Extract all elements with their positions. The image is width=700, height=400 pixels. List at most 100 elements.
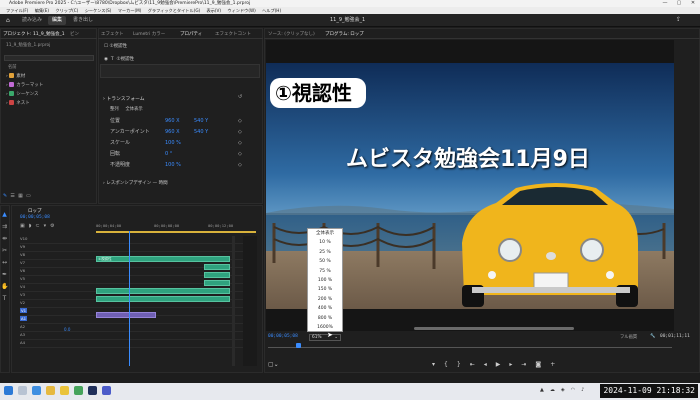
zoom-option-fit[interactable]: 全体表示 <box>308 229 342 238</box>
align-value[interactable]: 全体表示 <box>125 107 142 112</box>
master-volume[interactable]: 0.0 <box>64 327 70 332</box>
app-icon[interactable] <box>102 386 111 395</box>
audio-clip[interactable] <box>96 312 156 318</box>
layer-row[interactable]: ◉ T ①視認性 <box>104 56 134 62</box>
search-icon[interactable] <box>18 386 27 395</box>
transform-section[interactable]: › トランスフォーム <box>103 95 145 102</box>
tray-icon[interactable]: ☁ <box>550 387 555 393</box>
reset-icon[interactable]: ↺ <box>238 94 242 100</box>
list-item[interactable]: › カラーマット <box>6 81 94 90</box>
clock[interactable]: 2024-11-09 21:18:32 <box>600 384 698 398</box>
timeline-clip[interactable] <box>204 272 230 278</box>
camera-icon[interactable]: ◙ <box>535 360 541 370</box>
program-timecode[interactable]: 00;00;05;08 <box>268 334 298 339</box>
list-item[interactable]: › ネスト <box>6 99 94 108</box>
work-area-bar[interactable] <box>96 231 256 233</box>
menu-help[interactable]: ヘルプ(H) <box>262 8 281 13</box>
zoom-option-75[interactable]: 75 % <box>308 267 342 276</box>
track-select-icon[interactable]: ⇉ <box>1 224 8 230</box>
tab-import[interactable]: 読み込み <box>18 16 46 25</box>
tab-program[interactable]: プログラム: ロップ <box>325 31 364 37</box>
menu-sequence[interactable]: シーケンス(S) <box>85 8 112 13</box>
play-icon[interactable]: ▶ <box>496 360 501 370</box>
zoom-select[interactable]: 61% ⌄ <box>309 334 341 341</box>
wrench-settings-icon[interactable]: ⚙ <box>50 223 54 229</box>
linked-icon[interactable]: ⊂ <box>35 223 39 229</box>
minimize-icon[interactable]: — <box>658 0 672 7</box>
explorer-icon[interactable] <box>46 386 55 395</box>
in-point-icon[interactable]: { <box>444 360 448 370</box>
timeline-clip[interactable] <box>96 296 230 302</box>
timeline-timecode[interactable]: 00;00;05;08 <box>20 215 50 220</box>
program-scrubber[interactable] <box>268 347 672 348</box>
tab-project[interactable]: プロジェクト: 11_9_勉強会_1 <box>3 31 65 37</box>
zoom-option-10[interactable]: 10 % <box>308 238 342 247</box>
list-view-icon[interactable]: ☰ <box>10 193 14 199</box>
tab-bin[interactable]: ビン <box>70 31 79 37</box>
volume-icon[interactable]: ♪ <box>581 387 584 393</box>
close-icon[interactable]: ✕ <box>686 0 700 7</box>
list-item[interactable]: › 素材 <box>6 72 94 81</box>
zoom-option-150[interactable]: 150 % <box>308 285 342 294</box>
responsive-section[interactable]: › レスポンシブデザイン — 時間 <box>103 180 168 186</box>
razor-tool-icon[interactable]: ✂ <box>1 248 8 254</box>
project-search-input[interactable] <box>4 55 94 61</box>
chrome-icon[interactable] <box>74 386 83 395</box>
folder-icon[interactable] <box>60 386 69 395</box>
menu-edit[interactable]: 編集(E) <box>35 8 49 13</box>
resolution-select[interactable]: フル画質 <box>620 334 637 340</box>
menu-view[interactable]: 表示(V) <box>207 8 222 13</box>
icon-view-icon[interactable]: ▦ <box>18 193 23 199</box>
zoom-option-400[interactable]: 400 % <box>308 304 342 313</box>
go-to-out-icon[interactable]: ⇥ <box>521 360 526 370</box>
zoom-option-800[interactable]: 800 % <box>308 314 342 323</box>
time-ruler[interactable]: 00;00;04;00 00;00;08;00 00;00;12;00 <box>96 223 256 231</box>
new-bin-icon[interactable]: ▭ <box>26 193 31 199</box>
zoom-option-50[interactable]: 50 % <box>308 257 342 266</box>
menu-graphics[interactable]: グラフィックとタイトル(G) <box>148 8 201 13</box>
tray-icon[interactable]: ◈ <box>561 387 565 393</box>
ripple-edit-icon[interactable]: ⇹ <box>1 236 8 242</box>
out-point-icon[interactable]: } <box>457 360 461 370</box>
menu-clip[interactable]: クリップ(C) <box>55 8 78 13</box>
list-item[interactable]: › シーケンス <box>6 90 94 99</box>
tab-properties[interactable]: プロパティ <box>180 31 202 37</box>
add-marker-icon[interactable]: ▾ <box>44 223 47 229</box>
add-button-icon[interactable]: + <box>550 360 555 370</box>
timeline-clip[interactable]: ①視認性 <box>96 256 230 262</box>
step-forward-icon[interactable]: ▸ <box>509 360 512 370</box>
hand-tool-icon[interactable]: ✋ <box>1 284 8 290</box>
slip-tool-icon[interactable]: ↔ <box>1 260 8 266</box>
tab-edit[interactable]: 編集 <box>48 16 67 25</box>
home-icon[interactable]: ⌂ <box>6 17 14 24</box>
zoom-option-25[interactable]: 25 % <box>308 248 342 257</box>
zoom-option-100[interactable]: 100 % <box>308 276 342 285</box>
pen-tool-icon[interactable]: ✒ <box>1 272 8 278</box>
tab-source[interactable]: ソース: (クリップなし) <box>268 31 315 37</box>
timeline-clip[interactable] <box>204 264 230 270</box>
menu-marker[interactable]: マーカー(M) <box>118 8 142 13</box>
tab-export[interactable]: 書き出し <box>69 16 97 25</box>
tab-sequence[interactable]: ロップ <box>28 208 42 214</box>
settings-icon[interactable]: ▢⌄ <box>268 361 279 368</box>
edge-icon[interactable] <box>32 386 41 395</box>
timeline-scrollbar[interactable] <box>232 236 235 366</box>
premiere-icon[interactable] <box>88 386 97 395</box>
menu-window[interactable]: ウィンドウ(W) <box>227 8 255 13</box>
pencil-icon[interactable]: ✎ <box>3 193 7 199</box>
timeline-playhead[interactable] <box>129 231 130 366</box>
zoom-option-200[interactable]: 200 % <box>308 295 342 304</box>
start-icon[interactable] <box>4 386 13 395</box>
horizontal-scrollbar[interactable] <box>414 327 574 330</box>
marker-icon[interactable]: ▾ <box>432 360 435 370</box>
timeline-clip[interactable] <box>96 288 230 294</box>
eye-icon[interactable]: ◉ <box>104 57 108 62</box>
tab-lumetri[interactable]: Lumetri カラー <box>133 31 165 37</box>
tray-icon[interactable]: ▲ <box>540 387 544 393</box>
snap-icon[interactable]: ◗ <box>29 223 32 229</box>
go-to-in-icon[interactable]: ⇤ <box>470 360 475 370</box>
playhead-marker[interactable] <box>296 343 301 348</box>
wifi-icon[interactable]: ◠ <box>571 387 575 393</box>
tab-effect-controls[interactable]: エフェクトコント <box>215 31 251 37</box>
step-back-icon[interactable]: ◂ <box>484 360 487 370</box>
